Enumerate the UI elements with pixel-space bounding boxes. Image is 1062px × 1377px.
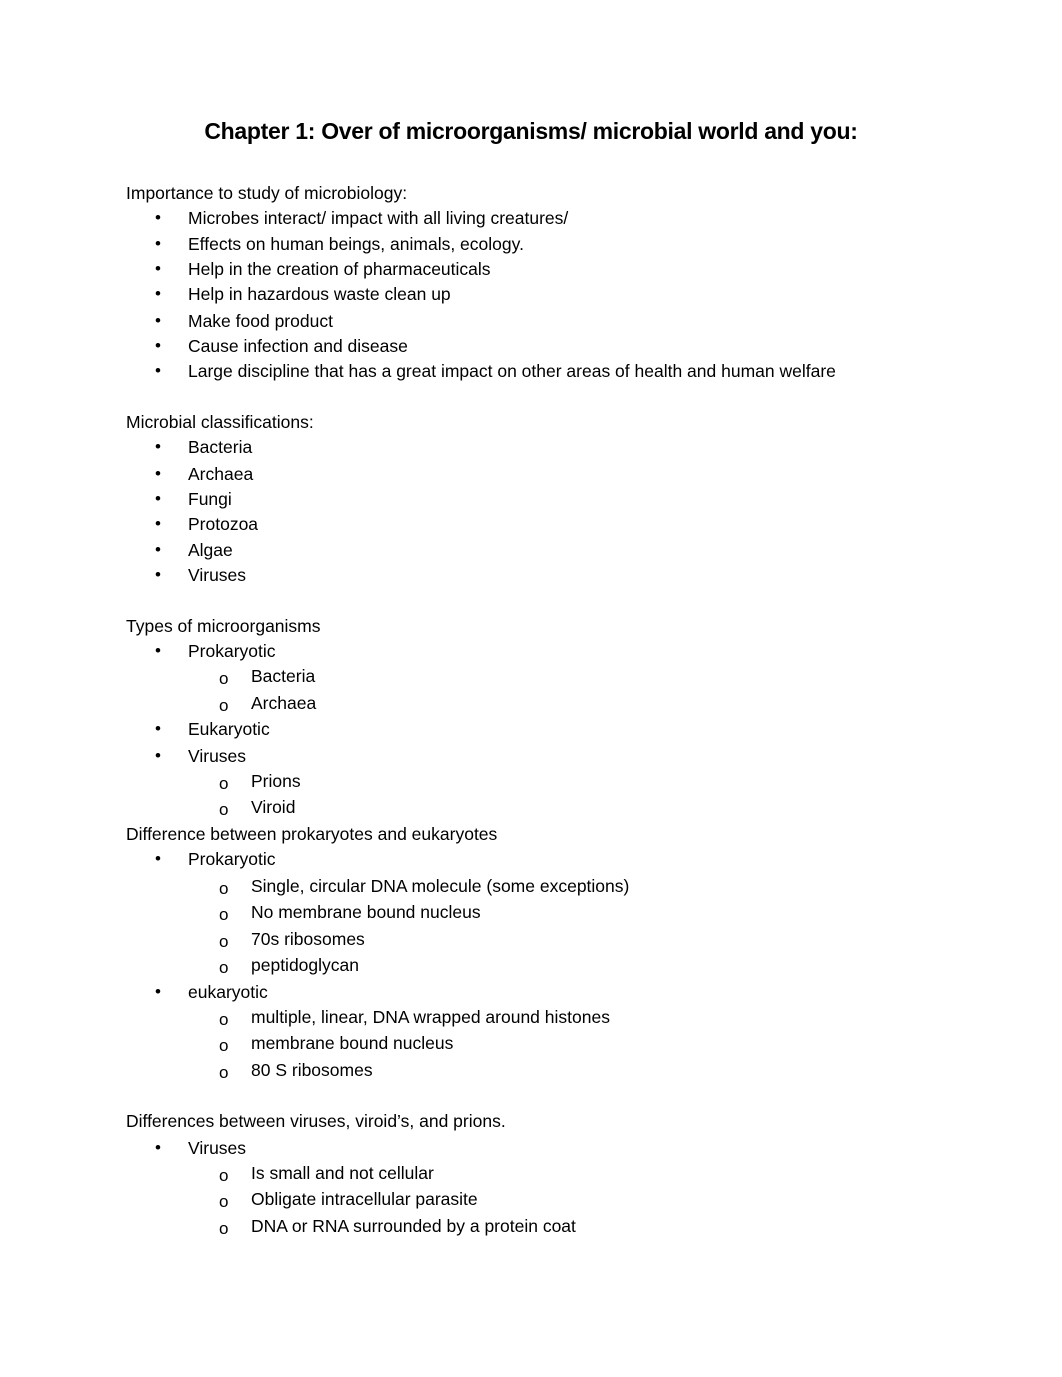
sub-list-item: o Archaea [219,693,317,715]
list-item: • Viruses [155,565,247,585]
sub-bullet-icon: o [219,696,229,715]
bullet-icon: • [155,284,161,303]
sub-bullet-icon: o [219,1063,229,1082]
section-heading: Differences between viruses, viroid’s, a… [126,1111,506,1131]
list-item: • Algae [155,540,233,560]
bullet-icon: • [155,540,161,559]
list-item: • Microbes interact/ impact with all livi… [155,208,569,228]
sub-list-item: o Viroid [219,797,296,819]
list-item: • Archaea [155,464,254,484]
sub-bullet-icon: o [219,932,229,951]
sub-bullet-icon: o [219,1010,229,1029]
sub-list-item: o multiple, linear, DNA wrapped around hi… [219,1007,610,1029]
document-page: Chapter 1: Over of microorganisms/ micro… [0,0,1062,1377]
bullet-icon: • [155,565,161,584]
list-item: • Viruses [155,1138,247,1158]
sub-bullet-icon: o [219,879,229,898]
section-heading: Importance to study of microbiology: [126,183,408,203]
bullet-icon: • [155,311,161,330]
list-item: • Viruses [155,746,247,766]
page-title: Chapter 1: Over of microorganisms/ micro… [204,118,858,144]
sub-bullet-icon: o [219,669,229,688]
bullet-icon: • [155,489,161,508]
bullet-icon: • [155,259,161,278]
sub-list-item: o membrane bound nucleus [219,1033,454,1055]
list-item: • Prokaryotic [155,641,276,661]
list-item: • Help in the creation of pharmaceuticals [155,259,491,279]
bullet-icon: • [155,437,161,456]
list-item: • Large discipline that has a great impac… [155,361,836,381]
section-heading: Difference between prokaryotes and eukar… [126,824,498,844]
bullet-icon: • [155,1138,161,1157]
sub-list-item: o 70s ribosomes [219,929,365,951]
list-item: • Make food product [155,311,333,331]
list-item: • Protozoa [155,514,259,534]
sub-list-item: o Obligate intracellular parasite [219,1189,478,1211]
bullet-icon: • [155,234,161,253]
sub-list-item: o Is small and not cellular [219,1163,434,1185]
sub-bullet-icon: o [219,774,229,793]
bullet-icon: • [155,464,161,483]
sub-list-item: o Single, circular DNA molecule (some exc… [219,876,630,898]
bullet-icon: • [155,746,161,765]
bullet-icon: • [155,719,161,738]
sub-list-item: o No membrane bound nucleus [219,902,481,924]
bullet-icon: • [155,208,161,227]
section-heading: Microbial classifications: [126,412,314,432]
sub-bullet-icon: o [219,1192,229,1211]
list-item: • Fungi [155,489,232,509]
bullet-icon: • [155,641,161,660]
sub-bullet-icon: o [219,1036,229,1055]
bullet-icon: • [155,336,161,355]
sub-list-item: o Bacteria [219,666,316,688]
bullet-icon: • [155,849,161,868]
sub-list-item: o 80 S ribosomes [219,1060,373,1082]
sub-bullet-icon: o [219,958,229,977]
bullet-icon: • [155,514,161,533]
list-item: • eukaryotic [155,982,268,1002]
sub-bullet-icon: o [219,800,229,819]
list-item: • Prokaryotic [155,849,276,869]
bullet-icon: • [155,361,161,380]
list-item: • Eukaryotic [155,719,270,739]
sub-list-item: o Prions [219,771,301,793]
sub-list-item: o DNA or RNA surrounded by a protein coat [219,1216,576,1238]
list-item: • Cause infection and disease [155,336,408,356]
list-item: • Bacteria [155,437,253,457]
sub-bullet-icon: o [219,1219,229,1238]
bullet-icon: • [155,982,161,1001]
section-heading: Types of microorganisms [126,616,321,636]
sub-bullet-icon: o [219,1166,229,1185]
sub-bullet-icon: o [219,905,229,924]
list-item: • Effects on human beings, animals, ecolo… [155,234,524,254]
sub-list-item: o peptidoglycan [219,955,359,977]
list-item: • Help in hazardous waste clean up [155,284,451,304]
